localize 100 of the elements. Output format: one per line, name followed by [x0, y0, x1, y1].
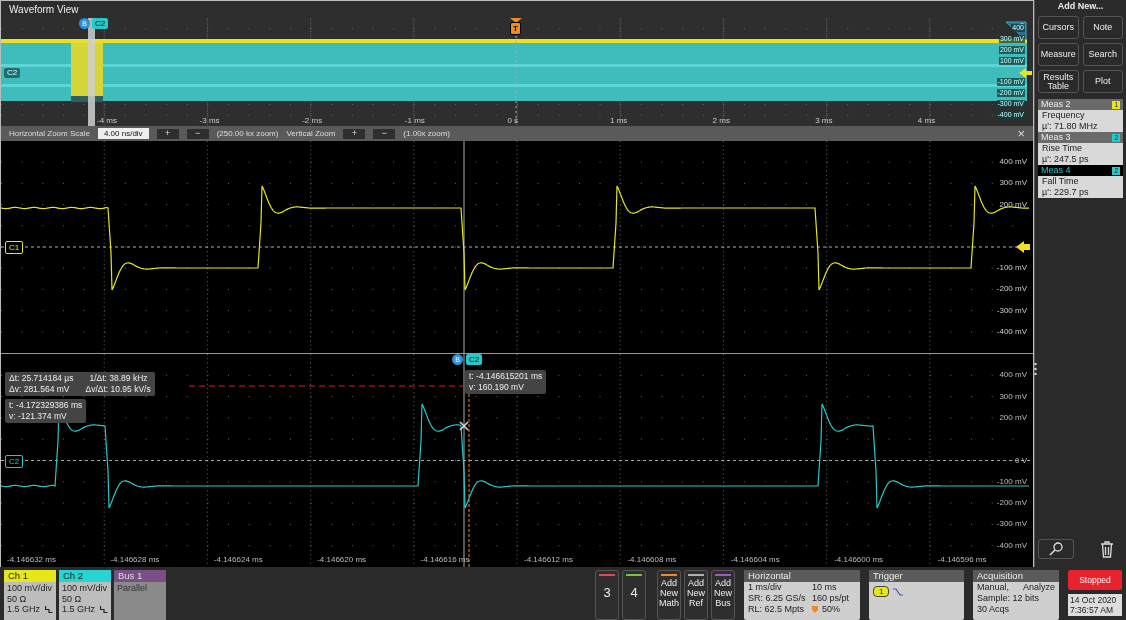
- axis-label: -1 ms: [404, 116, 425, 125]
- axis-label: -4.146596 ms: [937, 555, 987, 564]
- axis-label: -4.146612 ms: [524, 555, 573, 564]
- axis-label: -2 ms: [302, 116, 323, 125]
- falling-edge-icon: [893, 587, 904, 596]
- axis-label: -4 ms: [97, 116, 117, 125]
- channel-setting: 1.5 GHz: [62, 604, 95, 615]
- date-time-line: 7:36:57 AM: [1070, 605, 1114, 615]
- axis-label: -300 mV: [996, 519, 1027, 529]
- setting-value: Manual,: [977, 582, 1010, 593]
- zoom-factor: (250.00 kx zoom): [216, 127, 279, 140]
- channel-card[interactable]: Ch 2 100 mV/div 50 Ω 1.5 GHz: [59, 570, 111, 620]
- trigger-position-icon: [812, 606, 818, 613]
- zoom-in-button[interactable]: +: [156, 128, 179, 139]
- add-new-button[interactable]: Results Table: [1038, 70, 1079, 93]
- add-new-button[interactable]: Add New Math: [657, 570, 681, 620]
- date-time-line: 14 Oct 2020: [1070, 595, 1118, 605]
- axis-label: 200 mV: [999, 412, 1027, 422]
- add-new-button[interactable]: Add New Ref: [684, 570, 708, 620]
- add-new-button[interactable]: Plot: [1082, 70, 1123, 93]
- channel-setting: 100 mV/div: [7, 583, 53, 594]
- channel-button[interactable]: 3: [595, 570, 619, 620]
- axis-label: 0 V: [1015, 455, 1027, 465]
- channel-marker[interactable]: C1: [5, 241, 24, 254]
- channel-setting: Parallel: [117, 583, 147, 594]
- cursor-point-icon: [459, 421, 469, 431]
- axis-label: -300 mV: [996, 305, 1027, 315]
- add-new-button[interactable]: Cursors: [1038, 16, 1079, 39]
- channel-marker[interactable]: C2: [5, 454, 24, 468]
- channel-setting: 1.5 GHz: [7, 604, 40, 615]
- panel-title: Add New...: [1056, 0, 1105, 12]
- window-title: Waveform View: [1, 1, 1033, 18]
- setting-value: 10 ms: [812, 582, 837, 593]
- axis-label: -4.146624 ms: [213, 555, 263, 564]
- trash-icon: [1099, 540, 1115, 558]
- measurement-value: µ': 229.7 ps: [1042, 187, 1090, 198]
- zoom-scale-label: Horizontal Zoom Scale: [9, 127, 90, 140]
- panel-header: Horizontal: [744, 570, 860, 582]
- axis-label: 300 mV: [999, 178, 1027, 188]
- channel-button[interactable]: 4: [622, 570, 646, 620]
- channel-header[interactable]: Bus 1: [114, 570, 166, 582]
- channel-card[interactable]: Bus 1 Parallel: [114, 570, 166, 620]
- zoom-scale-field[interactable]: 4.00 ns/div: [97, 128, 149, 139]
- readout-value: Δv/Δt: 10.95 kV/s: [85, 384, 151, 395]
- channel-badge[interactable]: C2: [92, 18, 109, 29]
- source-badge: 1: [873, 586, 890, 597]
- axis-label: -4.146616 ms: [420, 555, 470, 564]
- channel-marker: C2: [4, 68, 21, 78]
- acquisition-panel[interactable]: Acquisition Manual, Analyze Sample: 12 bits 30 Acqs: [973, 570, 1059, 620]
- zoom-factor: (1.00x zoom): [403, 127, 451, 140]
- axis-label: -400 mV: [996, 540, 1027, 550]
- channel-setting: 50 Ω: [62, 593, 82, 604]
- panel-header: Trigger: [869, 570, 964, 582]
- measurement-value: µ': 247.5 ps: [1042, 154, 1090, 165]
- axis-label: 300 mV: [999, 391, 1027, 401]
- channel-card[interactable]: Ch 1 100 mV/div 50 Ω 1.5 GHz: [4, 570, 56, 620]
- readout-value: Δv: 281.564 mV: [9, 384, 70, 395]
- axis-label: -4.146604 ms: [730, 555, 780, 564]
- axis-label: -400 mV: [996, 326, 1027, 336]
- readout-value: 1/Δt: 38.89 kHz: [89, 373, 148, 384]
- horizontal-panel[interactable]: Horizontal 1 ms/div 10 ms SR: 6.25 GS/s 160 ps/pt RL: 62.5 Mpts 50%: [744, 570, 860, 620]
- axis-label: 200 mV: [999, 199, 1027, 209]
- vertical-zoom-label: Vertical Zoom: [286, 127, 336, 140]
- trigger-panel[interactable]: Trigger 1: [869, 570, 964, 620]
- channel-header[interactable]: Ch 1: [4, 570, 56, 582]
- axis-label: 1 ms: [610, 116, 628, 125]
- axis-label: -100 mV: [996, 263, 1027, 273]
- measurement-title: Meas 2: [1041, 99, 1071, 110]
- setting-value: 160 ps/pt: [812, 593, 850, 604]
- measurement-name: Fall Time: [1042, 176, 1080, 187]
- readout-value: t: -4.172329386 ms: [9, 400, 83, 411]
- axis-label: -4.146620 ms: [317, 555, 367, 564]
- readout-value: v: -121.374 mV: [9, 411, 67, 422]
- offset-arrow-icon: [1019, 68, 1032, 78]
- axis-label: -4.146628 ms: [110, 555, 160, 564]
- zoom-out-button[interactable]: −: [186, 128, 209, 139]
- channel-setting: 100 mV/div: [62, 583, 108, 594]
- channel-header[interactable]: Ch 2: [59, 570, 111, 582]
- run-stop-button[interactable]: Stopped: [1068, 570, 1122, 590]
- add-new-button[interactable]: Measure: [1038, 43, 1079, 66]
- setting-value: RL: 62.5 Mpts: [748, 604, 806, 615]
- readout-value: v: 160.190 mV: [469, 382, 524, 393]
- channel-setting: 50 Ω: [7, 593, 27, 604]
- axis-label: 3 ms: [815, 116, 833, 125]
- zoom-in-button[interactable]: +: [343, 128, 366, 139]
- add-new-button[interactable]: Add New Bus: [711, 570, 735, 620]
- setting-value: 30 Acqs: [977, 604, 1010, 615]
- bandwidth-icon: [45, 605, 53, 613]
- search-icon: [1048, 542, 1064, 556]
- axis-label: -3 ms: [199, 116, 220, 125]
- axis-label: 400 mV: [999, 157, 1027, 167]
- close-button[interactable]: ×: [1017, 128, 1025, 139]
- add-new-button[interactable]: Search: [1082, 43, 1123, 66]
- add-new-button[interactable]: Note: [1082, 16, 1123, 39]
- channel-badge[interactable]: C2: [466, 354, 483, 365]
- setting-value: SR: 6.25 GS/s: [748, 593, 807, 604]
- axis-label: -4.146608 ms: [627, 555, 677, 564]
- zoom-search-button[interactable]: [1038, 539, 1074, 559]
- zoom-out-button[interactable]: −: [373, 128, 396, 139]
- readout-value: t: -4.146615201 ms: [469, 371, 543, 382]
